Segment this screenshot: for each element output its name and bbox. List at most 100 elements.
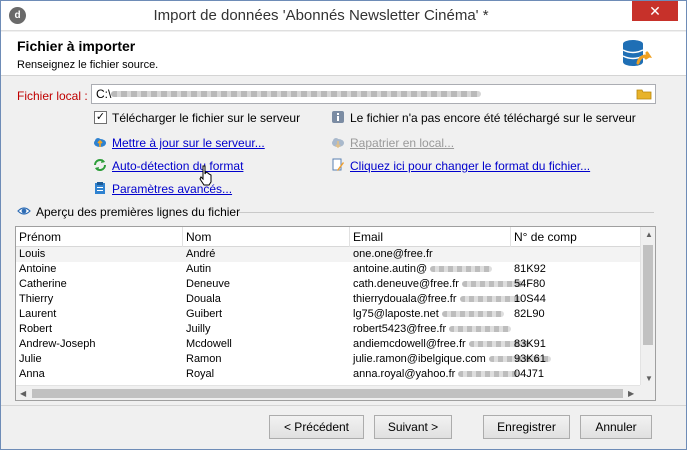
- table-cell: Douala: [186, 293, 221, 305]
- table-row[interactable]: Antoine Autin antoine.autin@ 81K92: [16, 262, 642, 277]
- table-cell: Ramon: [186, 353, 222, 365]
- save-button[interactable]: Enregistrer: [483, 415, 570, 439]
- change-format-link[interactable]: Cliquez ici pour changer le format du fi…: [350, 159, 590, 173]
- horizontal-scrollbar[interactable]: ◀ ▶: [16, 385, 642, 400]
- column-separator: [510, 227, 511, 247]
- upload-checkbox[interactable]: ✓: [94, 111, 107, 124]
- table-row[interactable]: Laurent Guibert lg75@laposte.net 82L90: [16, 307, 642, 322]
- table-cell: Juilly: [186, 323, 211, 335]
- table-cell: Robert: [19, 323, 53, 335]
- table-cell: thierrydouala@free.fr: [353, 293, 522, 305]
- table-cell: anna.royal@yahoo.fr: [353, 368, 521, 380]
- redacted-text: [458, 371, 521, 378]
- advanced-parameters-link[interactable]: Paramètres avancés...: [112, 182, 232, 196]
- table-row[interactable]: Louis André one.one@free.fr: [16, 247, 642, 262]
- table-cell: 82L90: [514, 308, 545, 320]
- hand-cursor-icon: [199, 165, 212, 186]
- table-header: Prénom Nom Email N° de comp: [16, 227, 642, 247]
- scroll-right-icon[interactable]: ▶: [628, 389, 634, 398]
- vertical-scroll-thumb[interactable]: [643, 245, 653, 345]
- local-file-label: Fichier local :: [17, 89, 88, 103]
- table-cell: 10S44: [514, 293, 546, 305]
- column-header-num[interactable]: N° de comp: [514, 230, 577, 244]
- table-row[interactable]: Robert Juilly robert5423@free.fr: [16, 322, 642, 337]
- column-header-prenom[interactable]: Prénom: [19, 230, 61, 244]
- column-separator: [349, 227, 350, 247]
- page-title: Fichier à importer: [17, 38, 136, 54]
- database-import-icon: [622, 40, 653, 66]
- column-header-email[interactable]: Email: [353, 230, 383, 244]
- table-cell: Anna: [19, 368, 45, 380]
- table-cell: cath.deneuve@free.fr: [353, 278, 524, 290]
- column-separator: [182, 227, 183, 247]
- table-cell: one.one@free.fr: [353, 248, 433, 260]
- redacted-text: [441, 311, 504, 318]
- table-cell: andiemcdowell@free.fr: [353, 338, 531, 350]
- eye-icon: [17, 207, 31, 215]
- browse-folder-icon[interactable]: [634, 86, 654, 102]
- auto-detect-format-link[interactable]: Auto-détection du format: [112, 159, 243, 173]
- table-cell: 54F80: [514, 278, 546, 290]
- scroll-left-icon[interactable]: ◀: [20, 389, 26, 398]
- table-cell: Antoine: [19, 263, 57, 275]
- table-cell: 04J71: [514, 368, 544, 380]
- scroll-up-icon[interactable]: ▲: [645, 230, 653, 239]
- table-cell: Julie: [19, 353, 42, 365]
- preview-table[interactable]: Prénom Nom Email N° de comp Louis André on…: [15, 226, 656, 401]
- table-row[interactable]: Catherine Deneuve cath.deneuve@free.fr 54F8…: [16, 277, 642, 292]
- scroll-corner: [640, 385, 655, 400]
- table-cell: 93K61: [514, 353, 546, 365]
- clipboard-icon: [95, 182, 105, 194]
- table-cell: Thierry: [19, 293, 54, 305]
- redacted-path: [111, 91, 481, 97]
- window-title: Import de données 'Abonnés Newsletter Ci…: [153, 7, 489, 24]
- vertical-scrollbar[interactable]: ▲ ▼: [640, 227, 655, 387]
- edit-document-icon: [332, 158, 344, 171]
- table-row[interactable]: Andrew-Joseph Mcdowell andiemcdowell@free.…: [16, 337, 642, 352]
- footer-divider: [1, 405, 686, 406]
- table-cell: lg75@laposte.net: [353, 308, 504, 320]
- cloud-upload-icon: [94, 138, 106, 147]
- table-cell: Autin: [186, 263, 212, 275]
- scroll-down-icon[interactable]: ▼: [645, 374, 653, 383]
- close-button[interactable]: ✕: [632, 1, 678, 21]
- previous-button[interactable]: < Précédent: [269, 415, 364, 439]
- info-icon: [332, 111, 344, 123]
- table-cell: antoine.autin@: [353, 263, 493, 275]
- preview-section-title: Aperçu des premières lignes du fichier: [36, 205, 241, 219]
- horizontal-scroll-thumb[interactable]: [32, 389, 623, 398]
- next-button[interactable]: Suivant >: [374, 415, 452, 439]
- table-row[interactable]: Anna Royal anna.royal@yahoo.fr 04J71: [16, 367, 642, 382]
- table-cell: Deneuve: [186, 278, 231, 290]
- cancel-button[interactable]: Annuler: [580, 415, 652, 439]
- upload-checkbox-label: Télécharger le fichier sur le serveur: [112, 111, 301, 125]
- table-cell: Louis: [19, 248, 46, 260]
- table-cell: Royal: [186, 368, 215, 380]
- table-row[interactable]: Julie Ramon julie.ramon@ibelgique.com 93K61: [16, 352, 642, 367]
- table-cell: robert5423@free.fr: [353, 323, 512, 335]
- table-row[interactable]: Thierry Douala thierrydouala@free.fr 10S44: [16, 292, 642, 307]
- title-bar: d Import de données 'Abonnés Newsletter …: [1, 1, 686, 31]
- import-wizard-window: d Import de données 'Abonnés Newsletter …: [0, 0, 687, 450]
- table-cell: Catherine: [19, 278, 67, 290]
- redacted-text: [430, 266, 493, 273]
- column-header-nom[interactable]: Nom: [186, 230, 211, 244]
- table-body: Louis André one.one@free.fr Antoine Autin ant…: [16, 247, 642, 382]
- table-cell: 81K92: [514, 263, 546, 275]
- redacted-text: [449, 326, 512, 333]
- repatriate-local-link[interactable]: Rapatrier en local...: [350, 136, 454, 150]
- section-divider: [239, 212, 654, 213]
- table-cell: Mcdowell: [186, 338, 232, 350]
- redacted-text: [459, 296, 522, 303]
- refresh-icon: [94, 159, 106, 171]
- update-server-link[interactable]: Mettre à jour sur le serveur...: [112, 136, 265, 150]
- page-subtitle: Renseignez le fichier source.: [17, 59, 159, 71]
- table-cell: Andrew-Joseph: [19, 338, 96, 350]
- table-cell: Laurent: [19, 308, 57, 320]
- wizard-header: Fichier à importer Renseignez le fichier…: [1, 32, 686, 76]
- table-cell: André: [186, 248, 216, 260]
- upload-status-text: Le fichier n'a pas encore été téléchargé…: [350, 111, 636, 125]
- cloud-download-icon: [332, 138, 344, 149]
- table-cell: Guibert: [186, 308, 223, 320]
- table-cell: 83K91: [514, 338, 546, 350]
